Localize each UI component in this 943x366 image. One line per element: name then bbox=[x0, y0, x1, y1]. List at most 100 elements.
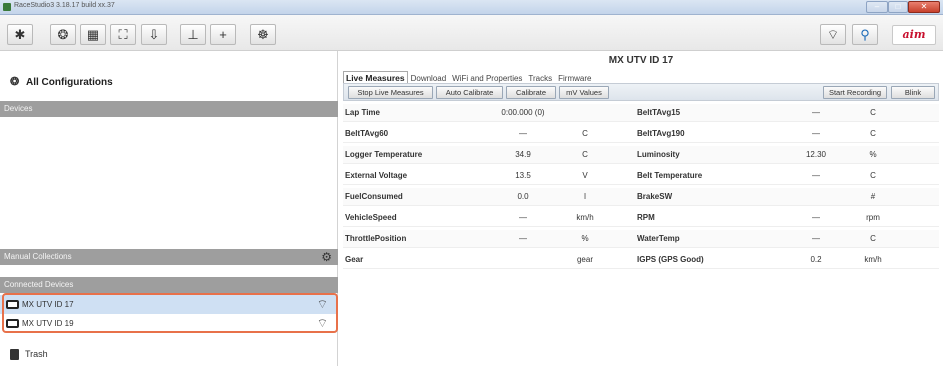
chart-icon: ⊥ bbox=[187, 27, 199, 42]
channel-value: — bbox=[519, 234, 527, 243]
channel-unit: l bbox=[584, 192, 586, 201]
channel-value: 34.9 bbox=[515, 150, 531, 159]
settings-button[interactable]: ☸ bbox=[250, 24, 276, 45]
wifi-icon: ⌔ bbox=[826, 27, 840, 42]
track-icon: ⛶ bbox=[118, 27, 128, 42]
channel-value: 0.2 bbox=[810, 255, 822, 264]
channel-name: Belt Temperature bbox=[637, 171, 703, 180]
channel-value: 12.30 bbox=[805, 150, 827, 159]
channel-unit: V bbox=[582, 171, 588, 180]
blink-button[interactable]: Blink bbox=[891, 86, 935, 99]
gear-icon[interactable]: ⚙ bbox=[321, 250, 332, 264]
table-row: VehicleSpeed — km/h RPM — rpm bbox=[343, 209, 939, 227]
sidebar: ❂ All Configurations Devices Manual Colle… bbox=[0, 51, 338, 366]
channel-unit: gear bbox=[576, 255, 593, 264]
trash-icon bbox=[10, 349, 19, 361]
channel-name: External Voltage bbox=[345, 171, 408, 180]
channel-value: — bbox=[812, 171, 820, 180]
chart-button[interactable]: ⊥ bbox=[180, 24, 206, 45]
aim-logo: aim bbox=[892, 25, 936, 45]
channel-unit: C bbox=[870, 234, 876, 243]
channel-name: BrakeSW bbox=[637, 192, 673, 201]
stop-live-measures-button[interactable]: Stop Live Measures bbox=[348, 86, 433, 99]
download-icon: ⇩ bbox=[148, 27, 160, 42]
add-device-button[interactable]: + bbox=[210, 24, 236, 45]
channel-name: WaterTemp bbox=[637, 234, 680, 243]
network-icon: ⚲ bbox=[860, 27, 870, 42]
configurations-icon: ❂ bbox=[10, 76, 20, 88]
calibrate-button[interactable]: Calibrate bbox=[506, 86, 556, 99]
devices-header: Devices bbox=[0, 101, 338, 117]
auto-calibrate-button[interactable]: Auto Calibrate bbox=[436, 86, 503, 99]
channel-name: Luminosity bbox=[637, 150, 680, 159]
channel-unit: C bbox=[582, 129, 588, 138]
table-row: FuelConsumed 0.0 l BrakeSW # bbox=[343, 188, 939, 206]
channel-value: — bbox=[519, 213, 527, 222]
channel-name: Lap Time bbox=[345, 108, 380, 117]
trash[interactable]: Trash bbox=[10, 349, 48, 361]
minimize-icon: – bbox=[874, 2, 880, 11]
asterisk-icon: ✱ bbox=[14, 27, 26, 42]
maximize-button[interactable]: □ bbox=[888, 1, 908, 13]
asterisk-button[interactable]: ✱ bbox=[7, 24, 33, 45]
connected-devices-header: Connected Devices bbox=[0, 277, 338, 293]
track-button[interactable]: ⛶ bbox=[110, 24, 136, 45]
table-row: Gear gear IGPS (GPS Good) 0.2 km/h bbox=[343, 251, 939, 269]
table-row: Lap Time 0:00.000 (0) BeltTAvg15 — C bbox=[343, 104, 939, 122]
configurations-button[interactable]: ❂ bbox=[50, 24, 76, 45]
connected-devices-highlight bbox=[2, 293, 338, 333]
grid-button[interactable]: ▦ bbox=[80, 24, 106, 45]
manual-collections-label: Manual Collections bbox=[4, 252, 72, 261]
table-row: ThrottlePosition — % WaterTemp — C bbox=[343, 230, 939, 248]
window-title: RaceStudio3 3.18.17 build xx.37 bbox=[14, 2, 115, 9]
channel-name: Logger Temperature bbox=[345, 150, 423, 159]
download-button[interactable]: ⇩ bbox=[141, 24, 167, 45]
channel-value: 0.0 bbox=[517, 192, 529, 201]
close-button[interactable]: ✕ bbox=[908, 1, 940, 13]
table-row: Logger Temperature 34.9 C Luminosity 12.… bbox=[343, 146, 939, 164]
channel-name: ThrottlePosition bbox=[345, 234, 407, 243]
channel-unit: C bbox=[870, 108, 876, 117]
channel-name: RPM bbox=[637, 213, 655, 222]
main-panel: MX UTV ID 17 Live Measures Download WiFi a… bbox=[339, 51, 943, 366]
mv-values-button[interactable]: mV Values bbox=[559, 86, 609, 99]
channel-value: — bbox=[812, 234, 820, 243]
channel-name: Gear bbox=[345, 255, 364, 264]
channel-unit: km/h bbox=[576, 213, 594, 222]
channel-value: 13.5 bbox=[515, 171, 531, 180]
channel-value: — bbox=[519, 129, 527, 138]
maximize-icon: □ bbox=[895, 2, 901, 11]
channel-unit: C bbox=[870, 171, 876, 180]
add-device-icon: + bbox=[219, 27, 227, 42]
channel-name: IGPS (GPS Good) bbox=[637, 255, 704, 264]
channel-value: — bbox=[812, 213, 820, 222]
channel-name: BeltTAvg15 bbox=[637, 108, 681, 117]
channel-value: — bbox=[812, 129, 820, 138]
all-configurations-label: All Configurations bbox=[26, 77, 113, 88]
manual-collections-header: Manual Collections ⚙ bbox=[0, 249, 338, 265]
app-icon bbox=[3, 3, 11, 11]
trash-label: Trash bbox=[25, 349, 48, 359]
window-titlebar: RaceStudio3 3.18.17 build xx.37 – □ ✕ bbox=[0, 0, 943, 15]
all-configurations[interactable]: ❂ All Configurations bbox=[10, 75, 113, 88]
minimize-button[interactable]: – bbox=[866, 1, 888, 13]
settings-icon: ☸ bbox=[257, 27, 269, 42]
table-row: External Voltage 13.5 V Belt Temperature… bbox=[343, 167, 939, 185]
table-row: BeltTAvg60 — C BeltTAvg190 — C bbox=[343, 125, 939, 143]
start-recording-button[interactable]: Start Recording bbox=[823, 86, 887, 99]
channel-unit: % bbox=[869, 150, 877, 159]
channel-unit: C bbox=[582, 150, 588, 159]
channel-name: FuelConsumed bbox=[345, 192, 403, 201]
device-title: MX UTV ID 17 bbox=[608, 55, 674, 66]
channel-value: — bbox=[812, 108, 820, 117]
channel-unit: % bbox=[581, 234, 589, 243]
wifi-button[interactable]: ⌔ bbox=[820, 24, 846, 45]
network-button[interactable]: ⚲ bbox=[852, 24, 878, 45]
channel-unit: km/h bbox=[864, 255, 882, 264]
action-bar: Stop Live Measures Auto Calibrate Calibr… bbox=[343, 83, 939, 101]
channel-name: BeltTAvg190 bbox=[637, 129, 685, 138]
channel-unit: # bbox=[870, 192, 876, 201]
main-toolbar: ✱ ❂ ▦ ⛶ ⇩ ⊥ + ☸ ⌔ ⚲ aim bbox=[0, 15, 943, 51]
channel-name: VehicleSpeed bbox=[345, 213, 397, 222]
channel-unit: C bbox=[870, 129, 876, 138]
